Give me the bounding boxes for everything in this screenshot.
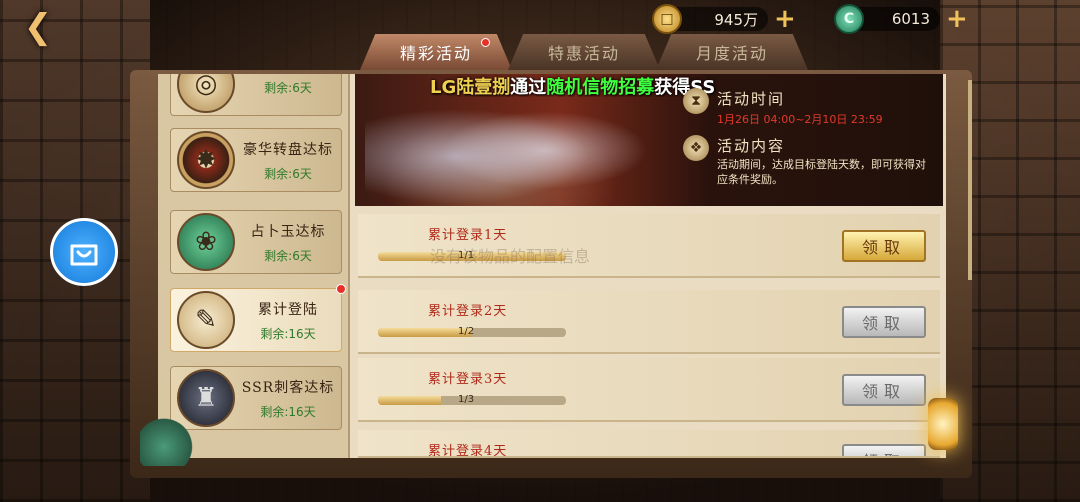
activity-content-value: 活动期间，达成目标登陆天数，即可获得对应条件奖励。	[717, 158, 926, 186]
sidebar-item-title: SSR刺客达标	[241, 379, 335, 396]
announcement-player: LG陆壹捌	[430, 77, 511, 97]
gold-currency: □ 945万 +	[652, 4, 796, 34]
claim-button[interactable]: 领取	[842, 374, 926, 406]
sidebar-item-title: 豪华转盘达标	[243, 141, 333, 158]
shopping-bag-icon	[70, 244, 98, 266]
reward-row-title: 累计登录3天	[428, 372, 508, 387]
activity-tabs: 精彩活动 特惠活动 月度活动	[360, 34, 808, 74]
jade-currency-pill: C 6013	[834, 4, 940, 34]
roulette-icon: ✸	[177, 131, 235, 189]
claim-button[interactable]: 领取	[842, 230, 926, 262]
floating-assistant-button[interactable]	[50, 218, 118, 286]
tab-label: 精彩活动	[399, 44, 472, 63]
activity-content-label: 活动内容	[717, 137, 786, 155]
coin-pouch-decoration	[140, 418, 200, 466]
sidebar-item-remaining: 剩余:6天	[264, 80, 312, 95]
sidebar-item-wheel[interactable]: ◎ 剩余:6天	[170, 74, 342, 116]
reward-row-title: 累计登录2天	[428, 304, 508, 319]
activity-sidebar: ◎ 剩余:6天 ✸ 豪华转盘达标 剩余:6天 ❀ 占卜玉达标 剩余:6天 ✎ 累…	[158, 74, 350, 458]
jade-currency: C 6013 +	[834, 4, 968, 34]
activity-time-value: 1月26日 04:00~2月10日 23:59	[717, 113, 883, 126]
sidebar-item-remaining: 剩余:16天	[260, 326, 316, 341]
scroll-icon: ✎	[177, 291, 235, 349]
reward-row-title: 累计登录4天	[428, 444, 508, 458]
announcement-verb: 通过	[510, 77, 547, 97]
notification-dot	[481, 38, 490, 47]
reward-row: 累计登录2天 1/2 领取	[358, 290, 940, 354]
reward-row-title: 累计登录1天	[428, 228, 508, 243]
activity-content-row: ❖ 活动内容 活动期间，达成目标登陆天数，即可获得对应条件奖励。	[683, 135, 933, 188]
wheel-icon: ◎	[177, 74, 235, 113]
reward-row: 累计登录3天 1/3 领取	[358, 358, 940, 422]
notification-dot	[336, 284, 346, 294]
add-gold-button[interactable]: +	[774, 6, 796, 32]
banner-character-art	[365, 82, 665, 206]
jade-coin-icon: C	[834, 4, 864, 34]
sidebar-item-title: 累计登陆	[258, 301, 318, 318]
sidebar-item-jade[interactable]: ❀ 占卜玉达标 剩余:6天	[170, 210, 342, 274]
progress-label: 1/2	[458, 326, 475, 337]
sidebar-item-login[interactable]: ✎ 累计登陆 剩余:16天	[170, 284, 346, 352]
lantern-decoration	[928, 398, 958, 450]
gift-icon: ❖	[683, 135, 709, 161]
gold-amount: 945万	[714, 10, 758, 29]
hourglass-icon: ⧗	[683, 88, 709, 114]
tab-featured-activities[interactable]: 精彩活动	[360, 34, 512, 70]
reward-row: 累计登录4天 领取	[358, 430, 940, 458]
announcement-source: 随机信物招募	[546, 77, 655, 97]
progress-label: 1/3	[458, 394, 475, 405]
tab-special-offers[interactable]: 特惠活动	[508, 34, 660, 70]
claim-button[interactable]: 领取	[842, 306, 926, 338]
tab-label: 月度活动	[695, 44, 768, 63]
sidebar-item-remaining: 剩余:16天	[260, 404, 316, 419]
activity-time-label: 活动时间	[717, 90, 786, 108]
hanging-pendant	[960, 80, 980, 280]
activity-time-row: ⧗ 活动时间 1月26日 04:00~2月10日 23:59	[683, 88, 933, 127]
tab-monthly-activities[interactable]: 月度活动	[656, 34, 808, 70]
jade-amount: 6013	[891, 10, 930, 28]
sidebar-item-remaining: 剩余:6天	[264, 248, 312, 263]
back-button[interactable]: ❮	[8, 7, 68, 47]
activity-info: ⧗ 活动时间 1月26日 04:00~2月10日 23:59 ❖ 活动内容 活动…	[683, 88, 933, 196]
sidebar-item-remaining: 剩余:6天	[264, 166, 312, 181]
gold-currency-pill: □ 945万	[652, 4, 768, 34]
sidebar-item-roulette[interactable]: ✸ 豪华转盘达标 剩余:6天	[170, 128, 342, 192]
jade-icon: ❀	[177, 213, 235, 271]
back-arrow-icon: ❮	[23, 7, 53, 47]
sidebar-item-title: 占卜玉达标	[250, 223, 326, 240]
claim-button[interactable]: 领取	[842, 444, 926, 456]
missing-item-notice: 没有该物品的配置信息	[430, 247, 591, 266]
tab-label: 特惠活动	[547, 44, 620, 63]
progress-fill	[378, 396, 441, 405]
gold-coin-icon: □	[652, 4, 682, 34]
add-jade-button[interactable]: +	[946, 6, 968, 32]
